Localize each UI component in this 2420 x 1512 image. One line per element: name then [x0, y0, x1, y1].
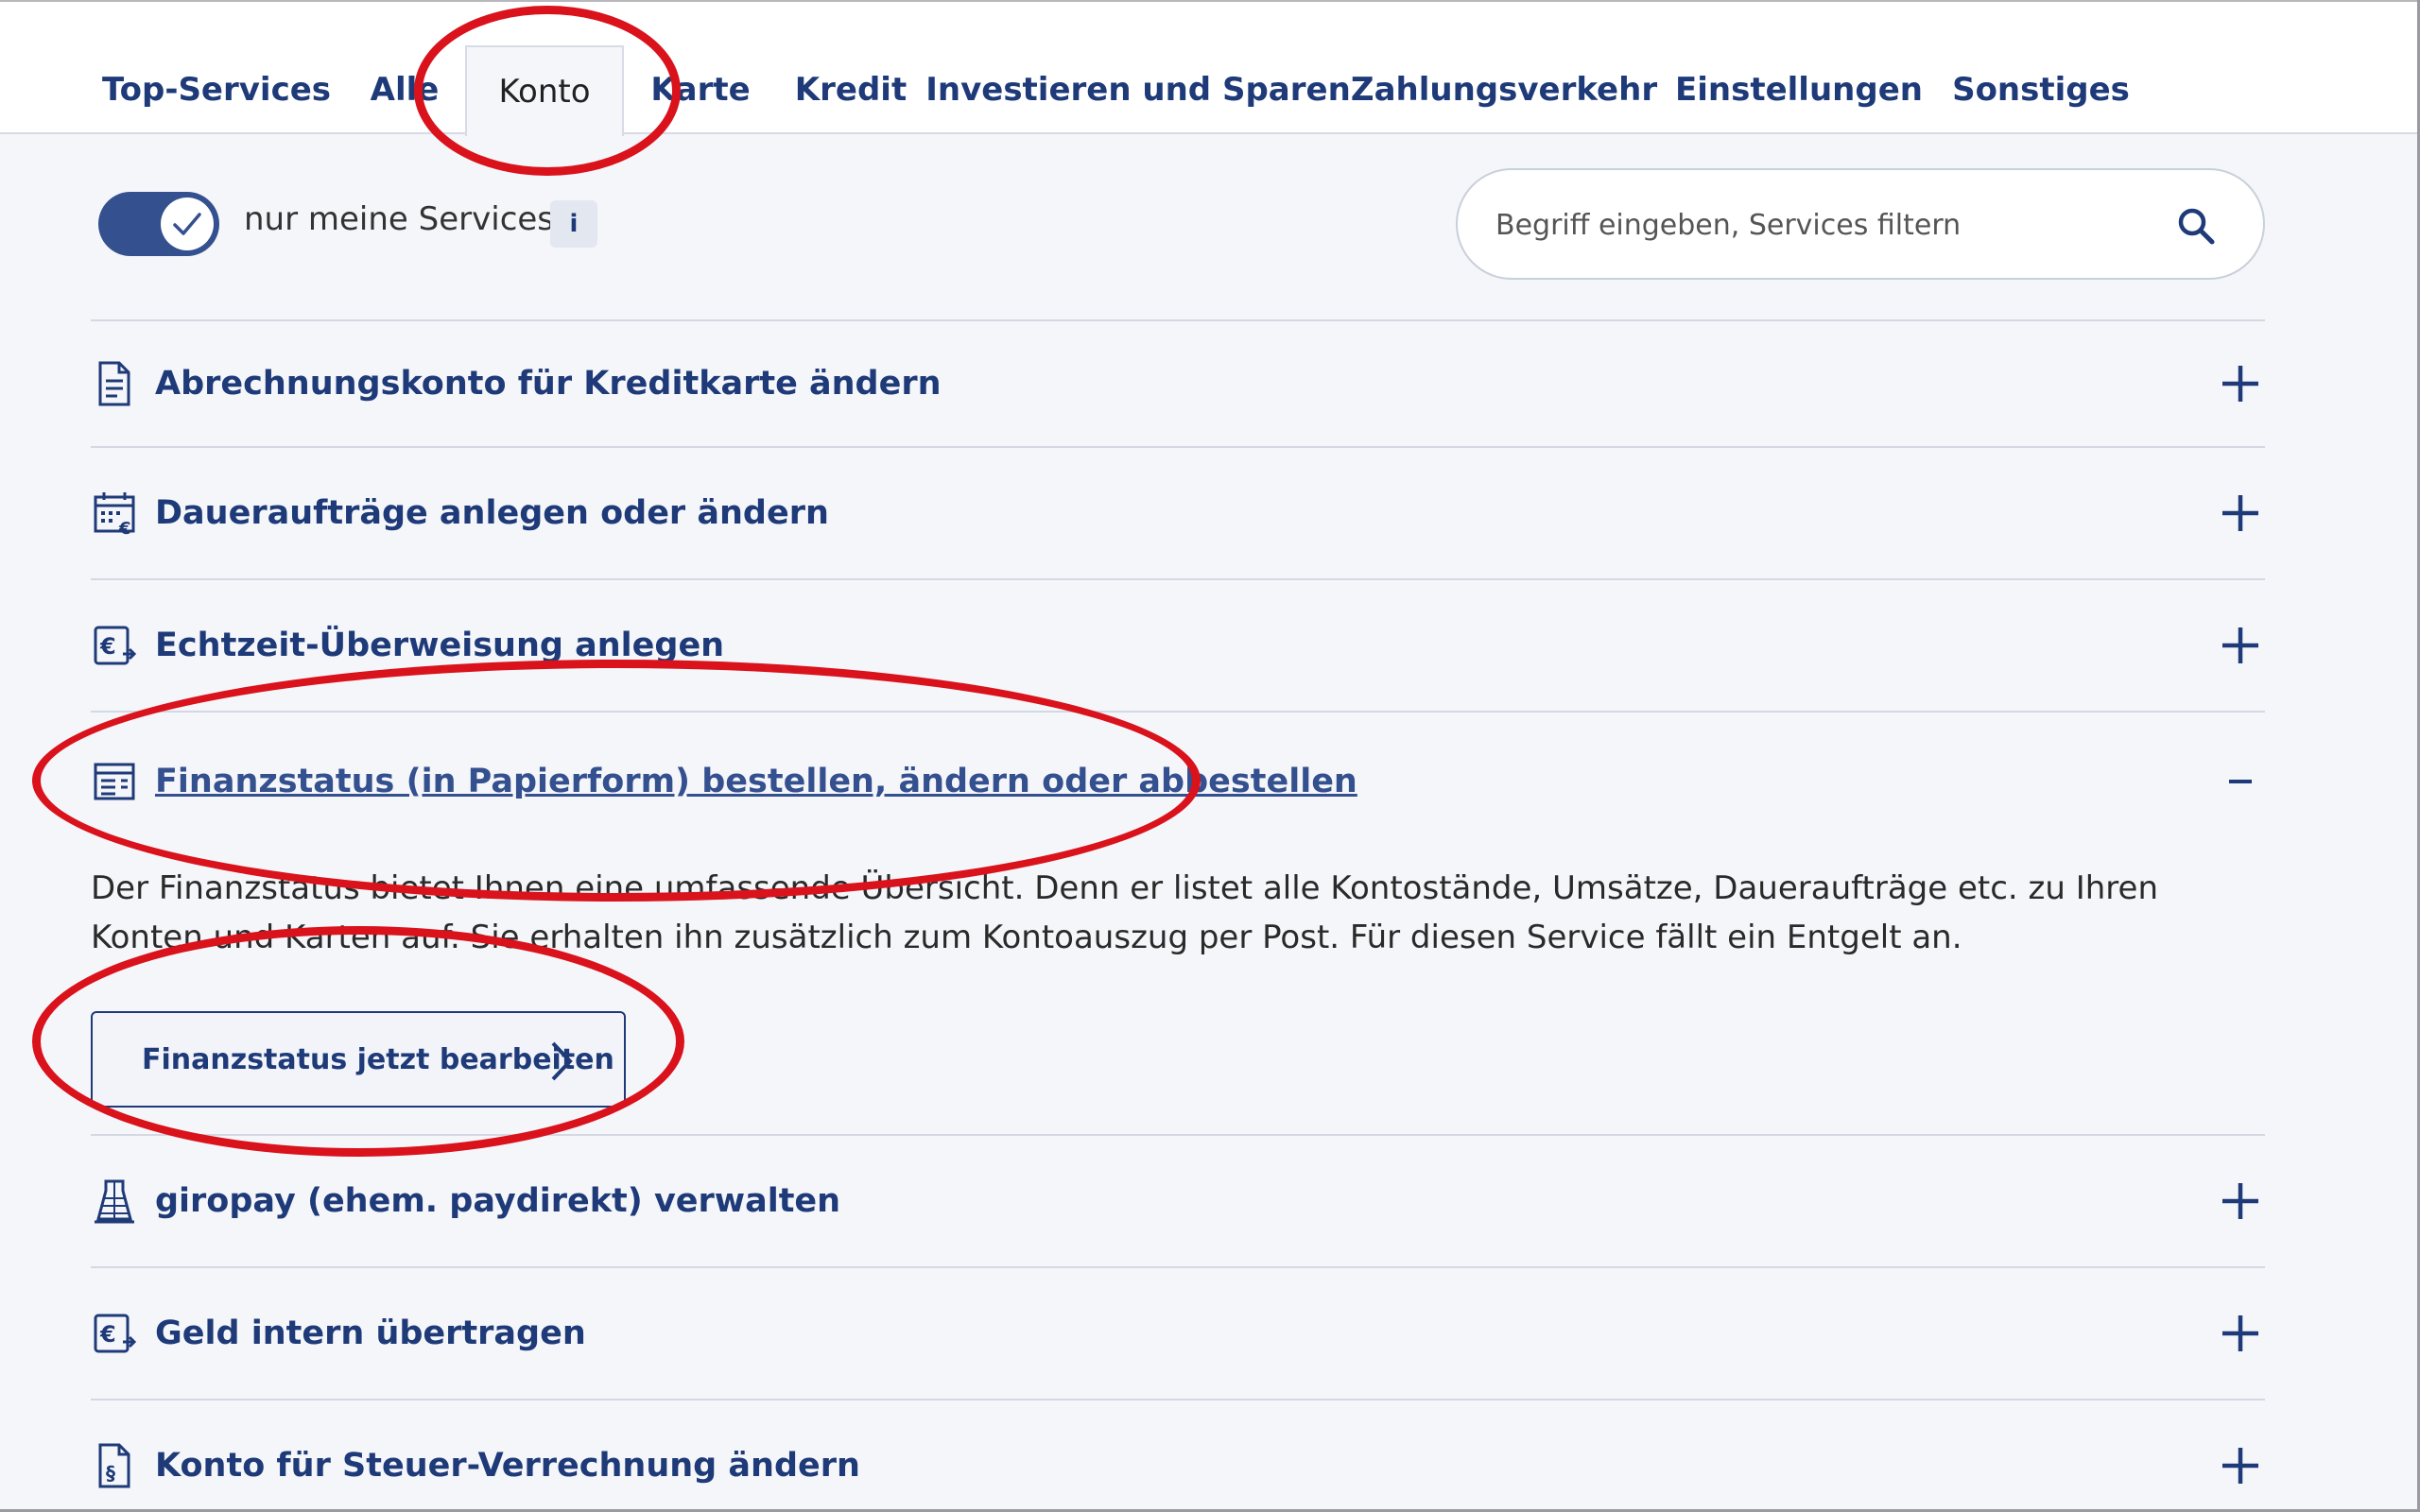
search-input[interactable]: [1495, 198, 2157, 251]
svg-text:§: §: [106, 1462, 115, 1485]
window-top-border: [0, 0, 2420, 2]
building-icon: [95, 1179, 134, 1224]
tab-bar: Top-Services Alle Konto Karte Kredit Inv…: [0, 0, 2420, 136]
euro-transfer-icon: €: [94, 1314, 136, 1353]
plus-icon[interactable]: [2220, 1180, 2261, 1222]
paragraph-document-icon: §: [98, 1443, 130, 1488]
service-row-steuer-verrechnung[interactable]: § Konto für Steuer-Verrechnung ändern: [91, 1400, 2265, 1512]
euro-transfer-icon: €: [94, 626, 136, 665]
service-search: [1456, 168, 2265, 280]
tab-zahlungsverkehr[interactable]: Zahlungsverkehr: [1351, 45, 1657, 134]
statement-icon: [94, 763, 135, 800]
info-button[interactable]: i: [550, 200, 597, 248]
tab-alle[interactable]: Alle: [359, 45, 450, 134]
svg-text:€: €: [118, 519, 131, 537]
service-title: Konto für Steuer-Verrechnung ändern: [155, 1447, 860, 1485]
tab-einstellungen[interactable]: Einstellungen: [1675, 45, 1923, 134]
service-title: Abrechnungskonto für Kreditkarte ändern: [155, 365, 942, 403]
service-list: Abrechnungskonto für Kreditkarte ändern …: [91, 319, 2265, 1512]
button-label: Finanzstatus jetzt bearbeiten: [142, 1042, 614, 1076]
my-services-label: nur meine Services: [244, 200, 555, 238]
service-row-giropay[interactable]: giropay (ehem. paydirekt) verwalten: [91, 1136, 2265, 1266]
check-icon: [173, 213, 201, 235]
finanzstatus-edit-button[interactable]: Finanzstatus jetzt bearbeiten: [91, 1011, 626, 1108]
svg-text:€: €: [99, 1321, 116, 1348]
tab-top-services[interactable]: Top-Services: [98, 45, 335, 134]
minus-icon[interactable]: [2220, 761, 2261, 802]
service-description: Der Finanzstatus bietet Ihnen eine umfas…: [91, 869, 2158, 956]
tab-investieren-und-sparen[interactable]: Investieren und Sparen: [925, 45, 1351, 134]
service-row-geld-intern[interactable]: € Geld intern übertragen: [91, 1268, 2265, 1399]
tab-konto[interactable]: Konto: [465, 45, 624, 136]
service-detail-finanzstatus: Der Finanzstatus bietet Ihnen eine umfas…: [91, 850, 2265, 1134]
toggle-knob: [161, 198, 214, 250]
service-title: Geld intern übertragen: [155, 1314, 586, 1352]
plus-icon[interactable]: [2220, 625, 2261, 666]
service-title-link[interactable]: Finanzstatus (in Papierform) bestellen, …: [155, 763, 1357, 800]
service-row-abrechnungskonto[interactable]: Abrechnungskonto für Kreditkarte ändern: [91, 321, 2265, 446]
tab-sonstiges[interactable]: Sonstiges: [1951, 45, 2131, 134]
svg-text:€: €: [99, 633, 116, 660]
plus-icon[interactable]: [2220, 492, 2261, 534]
service-row-echtzeit-ueberweisung[interactable]: € Echtzeit-Überweisung anlegen: [91, 580, 2265, 711]
plus-icon[interactable]: [2220, 1313, 2261, 1354]
my-services-toggle[interactable]: [98, 192, 219, 256]
service-row-dauerauftraege[interactable]: € Daueraufträge anlegen oder ändern: [91, 448, 2265, 578]
document-icon: [98, 361, 130, 406]
calendar-euro-icon: €: [94, 492, 135, 537]
service-title: Daueraufträge anlegen oder ändern: [155, 494, 829, 532]
tab-karte[interactable]: Karte: [648, 45, 752, 134]
search-icon[interactable]: [2176, 206, 2216, 246]
service-title: Echtzeit-Überweisung anlegen: [155, 627, 725, 664]
service-row-finanzstatus[interactable]: Finanzstatus (in Papierform) bestellen, …: [91, 713, 2265, 850]
chevron-right-icon: [551, 1041, 573, 1081]
tab-kredit[interactable]: Kredit: [785, 45, 917, 134]
service-title: giropay (ehem. paydirekt) verwalten: [155, 1182, 841, 1220]
plus-icon[interactable]: [2220, 363, 2261, 404]
plus-icon[interactable]: [2220, 1445, 2261, 1486]
